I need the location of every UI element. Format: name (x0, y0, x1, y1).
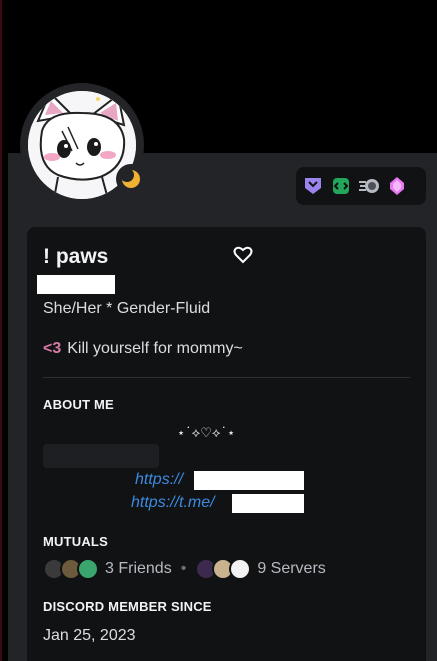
mutual-friends-count[interactable]: 3 Friends (105, 560, 172, 578)
hypesquad-icon[interactable] (302, 175, 324, 197)
active-developer-icon[interactable] (330, 175, 352, 197)
quest-icon[interactable] (358, 175, 380, 197)
name-row: ! paws (43, 241, 423, 275)
redacted-link-1 (194, 471, 304, 490)
nitro-boost-gem-icon[interactable] (386, 175, 408, 197)
avatar (229, 558, 252, 580)
avatar (77, 558, 99, 580)
about-me-heading: ABOUT ME (43, 397, 114, 412)
about-blurred-text (43, 444, 159, 468)
about-link-1[interactable]: https:// (135, 471, 183, 489)
pronouns: She/Her * Gender-Fluid (43, 300, 211, 317)
custom-status: <3 Kill yourself for mommy~ (43, 340, 243, 358)
display-name: ! paws (43, 245, 109, 268)
about-decoration: ⋆˙⟡♡⟡˙⋆ (177, 426, 236, 441)
mutuals-row: 3 Friends • 9 Servers (43, 557, 326, 581)
about-link-2[interactable]: https://t.me/ (131, 494, 215, 512)
redacted-username (37, 275, 115, 294)
avatar[interactable] (20, 83, 146, 207)
status-indicator (116, 164, 146, 194)
separator-dot: • (180, 560, 187, 577)
mutual-servers-count[interactable]: 9 Servers (257, 560, 325, 578)
window-edge (0, 0, 2, 661)
status-emoji: <3 (43, 340, 62, 357)
divider (43, 377, 410, 378)
redacted-link-2 (232, 494, 304, 513)
profile-body: ! paws She/Her * Gender-Fluid <3 Kill you… (27, 227, 426, 661)
mutual-servers-avatars[interactable] (195, 558, 252, 580)
heart-icon (233, 246, 253, 264)
member-since-date: Jan 25, 2023 (43, 627, 136, 644)
mutual-friends-avatars[interactable] (43, 558, 99, 580)
member-since-heading: DISCORD MEMBER SINCE (43, 599, 212, 614)
mutuals-heading: MUTUALS (43, 534, 108, 549)
moon-idle-icon (121, 169, 140, 188)
status-text: Kill yourself for mommy~ (67, 340, 243, 357)
badge-list (296, 167, 426, 205)
